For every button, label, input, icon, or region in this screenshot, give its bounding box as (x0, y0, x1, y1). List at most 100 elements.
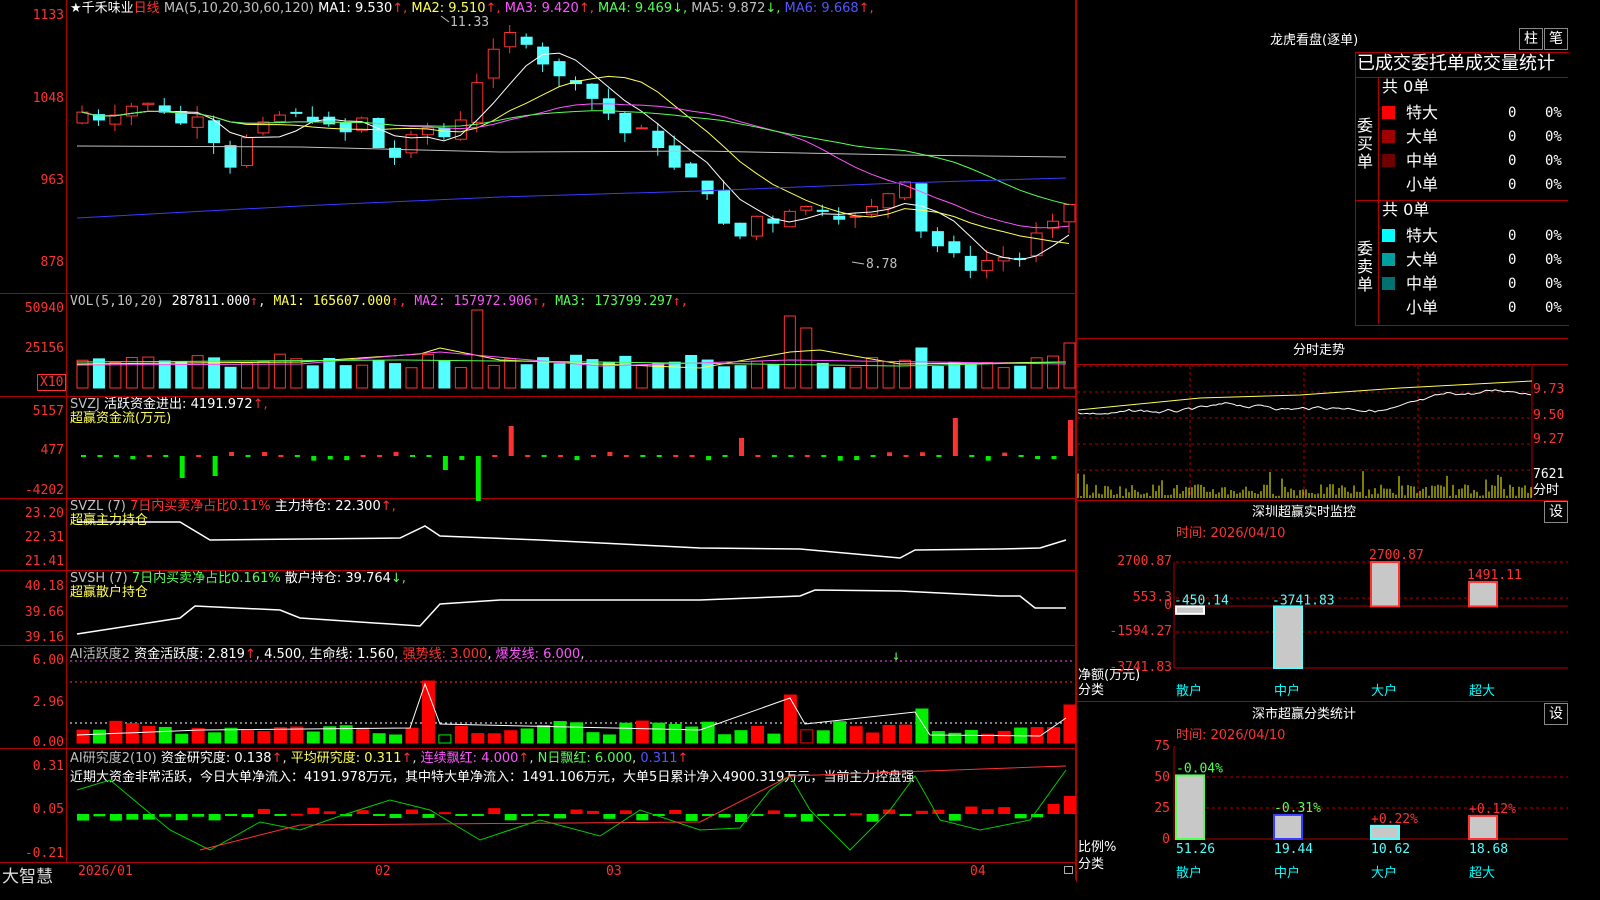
sz-class-settings-button[interactable]: 设 (1544, 703, 1568, 725)
research-bar (521, 814, 534, 816)
bar-mode-button[interactable]: 柱 (1519, 28, 1543, 50)
candle-body (125, 105, 138, 117)
yaxis-tick-label: 75 (1154, 739, 1170, 754)
fund-flow-bar (739, 438, 744, 456)
volume-bar (454, 367, 467, 389)
fund-flow-bar (903, 455, 909, 457)
fund-flow-bar (442, 456, 448, 470)
sz-class-change-label: +0.12% (1469, 802, 1516, 817)
research-bar (899, 814, 912, 816)
volume-bar (504, 358, 517, 389)
activity-bar (619, 722, 633, 744)
candle-body (553, 61, 566, 77)
volume-bar (685, 354, 698, 389)
intraday-vol-label: 7621 (1533, 467, 1565, 482)
candle-body (306, 116, 319, 122)
fund-flow-bar (1018, 455, 1024, 457)
yaxis-tick-label: 50 (1154, 770, 1170, 785)
research-bar (373, 814, 386, 816)
main-holding-line (77, 521, 1067, 559)
sz-class-bar (1175, 774, 1205, 841)
buy-count: 共 0单 (1382, 77, 1430, 96)
activity-bar (405, 727, 419, 744)
volume-bar (833, 367, 846, 389)
candle-body (520, 36, 533, 45)
volume-bar (290, 358, 303, 389)
fund-flow-bar (590, 455, 596, 457)
volume-bar (339, 365, 352, 389)
activity-bar (504, 730, 518, 744)
research-bar (537, 814, 550, 816)
fund-flow-bar (344, 456, 350, 461)
volume-bar (471, 309, 484, 389)
research-bar (833, 814, 846, 816)
sz-monitor-value-label: 1491.11 (1467, 568, 1522, 583)
activity-bar (520, 728, 534, 744)
sell-row-label: 小单 (1406, 298, 1439, 317)
buy-row-pct: 0% (1545, 153, 1562, 169)
yaxis-tick-label: 9.73 (1533, 382, 1565, 397)
volume-bar (635, 365, 648, 389)
fund-flow-bar (574, 456, 580, 461)
fund-flow-bar (327, 456, 333, 460)
research-bar (290, 813, 303, 816)
fund-flow-bar (673, 455, 679, 457)
candle-body (504, 32, 517, 48)
sz-monitor-settings-button[interactable]: 设 (1544, 501, 1568, 523)
activity-bar (1063, 704, 1076, 744)
fund-flow-bar (245, 455, 251, 457)
sell-count: 共 0单 (1382, 200, 1430, 219)
candle-body (586, 83, 599, 99)
fund-flow-bar (755, 455, 761, 457)
volume-bar (849, 366, 862, 389)
research-bar (323, 811, 336, 814)
candle-body (537, 46, 550, 65)
activity-bar (257, 731, 271, 744)
candle-body (816, 209, 829, 212)
volume-bar (224, 366, 237, 389)
activity-bar (849, 726, 863, 744)
sz-class-change-label: -0.04% (1176, 761, 1223, 776)
activity-bar (767, 733, 781, 744)
research-bar (998, 807, 1011, 814)
research-bar (850, 813, 863, 816)
activity-bar (866, 732, 880, 744)
research-bar (883, 809, 896, 814)
candle-body (685, 163, 698, 178)
research-bar (636, 814, 649, 821)
candle-body (323, 116, 336, 125)
sz-class-value-label: 18.68 (1469, 842, 1508, 857)
sz-monitor-value-label: -450.14 (1174, 593, 1229, 608)
dragon-panel-title: 龙虎看盘(逐单) (1270, 33, 1359, 48)
buy-swatch (1382, 106, 1395, 119)
research-bar (471, 814, 484, 816)
sz-monitor-time: 时间: 2026/04/10 (1176, 526, 1286, 541)
fund-flow-bar (212, 456, 218, 476)
activity-bar (882, 724, 896, 744)
research-bar (274, 814, 287, 816)
sell-swatch (1382, 277, 1395, 290)
research-bar (554, 814, 567, 819)
activity-bar (487, 733, 501, 744)
fund-flow-bar (804, 455, 810, 457)
sz-monitor-bar (1468, 580, 1498, 608)
volume-bar (619, 355, 632, 389)
volume-bar (257, 360, 270, 389)
tick-mode-button[interactable]: 笔 (1544, 28, 1568, 50)
volume-bar (701, 359, 714, 389)
activity-bar (833, 721, 847, 744)
sell-row-pct: 0% (1545, 276, 1562, 292)
fund-flow-bar (887, 452, 893, 456)
fund-flow-bar (969, 455, 975, 457)
activity-bar (783, 694, 797, 744)
volume-bar (421, 354, 434, 389)
volume-bar (1047, 355, 1060, 389)
yaxis-tick-label: 0 (1164, 598, 1172, 613)
kline-chart-canvas[interactable]: 11.33 8.78 ↓ (0, 0, 1076, 880)
buy-swatch (1382, 154, 1395, 167)
research-bar (208, 814, 221, 821)
fund-flow-bar (722, 455, 728, 457)
research-bar (767, 810, 780, 814)
activity-bar (76, 729, 90, 744)
activity-bar (553, 721, 567, 744)
